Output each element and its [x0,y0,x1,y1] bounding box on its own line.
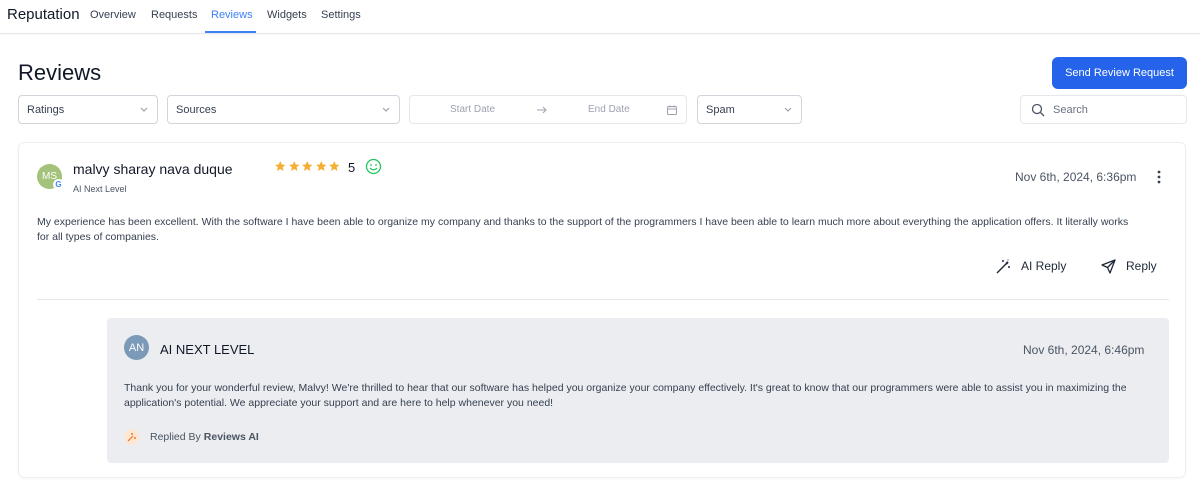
reply-button[interactable]: Reply [1100,257,1157,275]
star-icon [275,161,286,171]
send-icon [1101,258,1116,274]
sparkle-icon [124,429,140,445]
tab-requests[interactable]: Requests [151,9,197,21]
more-options-icon[interactable] [1155,169,1163,185]
ai-reply-button[interactable]: AI Reply [995,257,1066,275]
chevron-down-icon [382,107,390,112]
app-title: Reputation [7,6,80,23]
tab-reviews[interactable]: Reviews [211,9,253,21]
arrow-right-icon [537,106,547,114]
spam-select[interactable]: Spam [697,95,802,124]
search-input[interactable] [1053,102,1178,118]
rating-value: 5 [348,160,356,175]
reviewer-subtitle: AI Next Level [73,184,127,194]
tab-settings[interactable]: Settings [321,9,361,21]
active-tab-indicator [205,31,256,33]
magic-wand-icon [996,259,1010,273]
tab-overview[interactable]: Overview [90,9,136,21]
reply-avatar: AN [124,335,149,360]
search-icon [1031,103,1045,117]
ratings-select-label: Ratings [27,103,65,116]
replied-by-name: Reviews AI [203,431,259,443]
spam-select-label: Spam [706,103,735,116]
divider [37,299,1169,300]
search-box[interactable] [1020,95,1187,124]
top-nav: Reputation Overview Requests Reviews Wid… [0,0,1200,34]
star-icon [315,161,326,171]
review-card: MS G malvy sharay nava duque AI Next Lev… [18,142,1186,478]
star-icon [288,161,299,171]
chevron-down-icon [140,107,148,112]
reply-box: AN AI NEXT LEVEL Nov 6th, 2024, 6:46pm T… [107,318,1169,463]
send-review-request-button[interactable]: Send Review Request [1052,57,1187,89]
review-date: Nov 6th, 2024, 6:36pm [1015,170,1137,184]
reply-date: Nov 6th, 2024, 6:46pm [1023,343,1145,357]
star-icon [329,161,340,171]
end-date-input[interactable]: End Date [588,104,630,115]
sources-select[interactable]: Sources [167,95,400,124]
review-text: My experience has been excellent. With t… [37,216,1129,243]
star-icon [302,161,313,171]
date-range-picker[interactable]: Start Date End Date [409,95,687,124]
replied-by-prefix: Replied By [150,431,201,443]
star-rating [274,160,341,174]
replied-by: Replied By Reviews AI [124,429,259,445]
ratings-select[interactable]: Ratings [18,95,158,124]
calendar-icon [667,105,677,115]
ai-reply-label: AI Reply [1021,259,1067,273]
reviewer-name: malvy sharay nava duque [73,161,233,177]
reply-text: Thank you for your wonderful review, Mal… [124,382,1127,409]
tab-widgets[interactable]: Widgets [267,9,307,21]
chevron-down-icon [784,107,792,112]
page-title: Reviews [18,60,102,85]
reply-label: Reply [1126,259,1157,273]
sources-select-label: Sources [176,103,217,116]
start-date-input[interactable]: Start Date [450,104,495,115]
smile-icon [365,158,382,175]
google-icon: G [53,179,64,190]
reply-author-name: AI NEXT LEVEL [160,342,255,357]
